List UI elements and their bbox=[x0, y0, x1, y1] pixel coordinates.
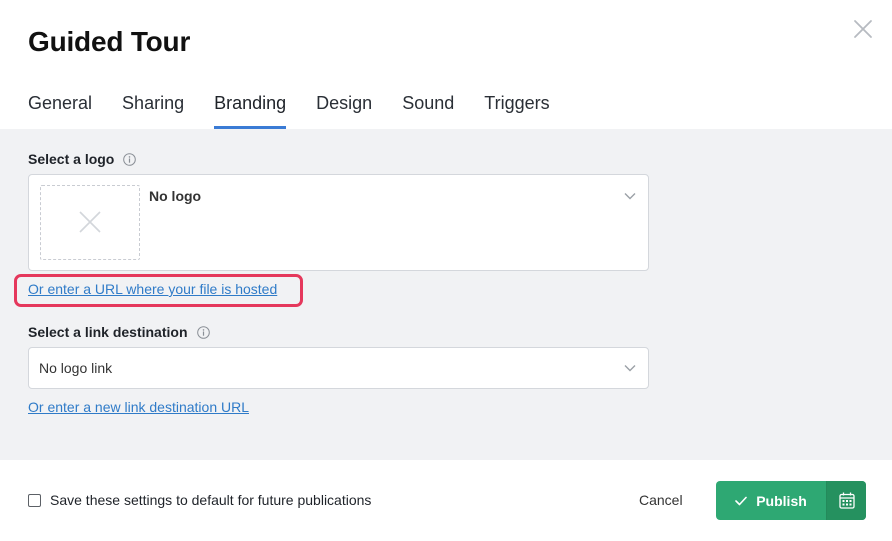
logo-label-text: Select a logo bbox=[28, 151, 115, 167]
info-icon[interactable] bbox=[196, 325, 210, 339]
logo-select[interactable]: No logo bbox=[28, 174, 649, 271]
tab-design[interactable]: Design bbox=[316, 88, 372, 129]
check-icon bbox=[735, 496, 748, 505]
tab-bar: General Sharing Branding Design Sound Tr… bbox=[28, 88, 580, 129]
save-default-label[interactable]: Save these settings to default for futur… bbox=[50, 492, 371, 508]
link-destination-value: No logo link bbox=[39, 360, 113, 376]
publish-button-group: Publish bbox=[716, 481, 866, 520]
dialog-title: Guided Tour bbox=[28, 26, 191, 57]
publish-label: Publish bbox=[756, 492, 807, 509]
link-destination-select[interactable]: No logo link bbox=[28, 347, 649, 389]
x-placeholder-icon bbox=[79, 211, 101, 233]
calendar-icon bbox=[838, 492, 855, 509]
cancel-button[interactable]: Cancel bbox=[639, 492, 683, 508]
destination-field-label: Select a link destination bbox=[28, 324, 210, 340]
close-icon[interactable] bbox=[851, 17, 875, 41]
guided-tour-dialog: Guided Tour General Sharing Branding Des… bbox=[0, 0, 892, 541]
chevron-down-icon bbox=[624, 193, 636, 200]
destination-label-text: Select a link destination bbox=[28, 324, 188, 340]
publish-button[interactable]: Publish bbox=[716, 481, 826, 520]
branding-panel: Select a logo No logo Or enter a URL whe… bbox=[0, 129, 892, 460]
tab-sharing[interactable]: Sharing bbox=[122, 88, 184, 129]
schedule-button[interactable] bbox=[826, 481, 866, 520]
save-default-checkbox[interactable] bbox=[28, 494, 41, 507]
logo-field-label: Select a logo bbox=[28, 151, 137, 167]
tab-branding[interactable]: Branding bbox=[214, 88, 287, 129]
info-icon[interactable] bbox=[123, 152, 137, 166]
destination-url-link[interactable]: Or enter a new link destination URL bbox=[28, 399, 249, 415]
tab-sound[interactable]: Sound bbox=[402, 88, 454, 129]
logo-select-value: No logo bbox=[149, 188, 202, 204]
logo-url-link[interactable]: Or enter a URL where your file is hosted bbox=[28, 281, 277, 297]
logo-thumbnail bbox=[40, 185, 140, 260]
tab-triggers[interactable]: Triggers bbox=[484, 88, 549, 129]
chevron-down-icon bbox=[624, 365, 636, 372]
tab-general[interactable]: General bbox=[28, 88, 92, 129]
dialog-footer: Save these settings to default for futur… bbox=[0, 460, 892, 541]
